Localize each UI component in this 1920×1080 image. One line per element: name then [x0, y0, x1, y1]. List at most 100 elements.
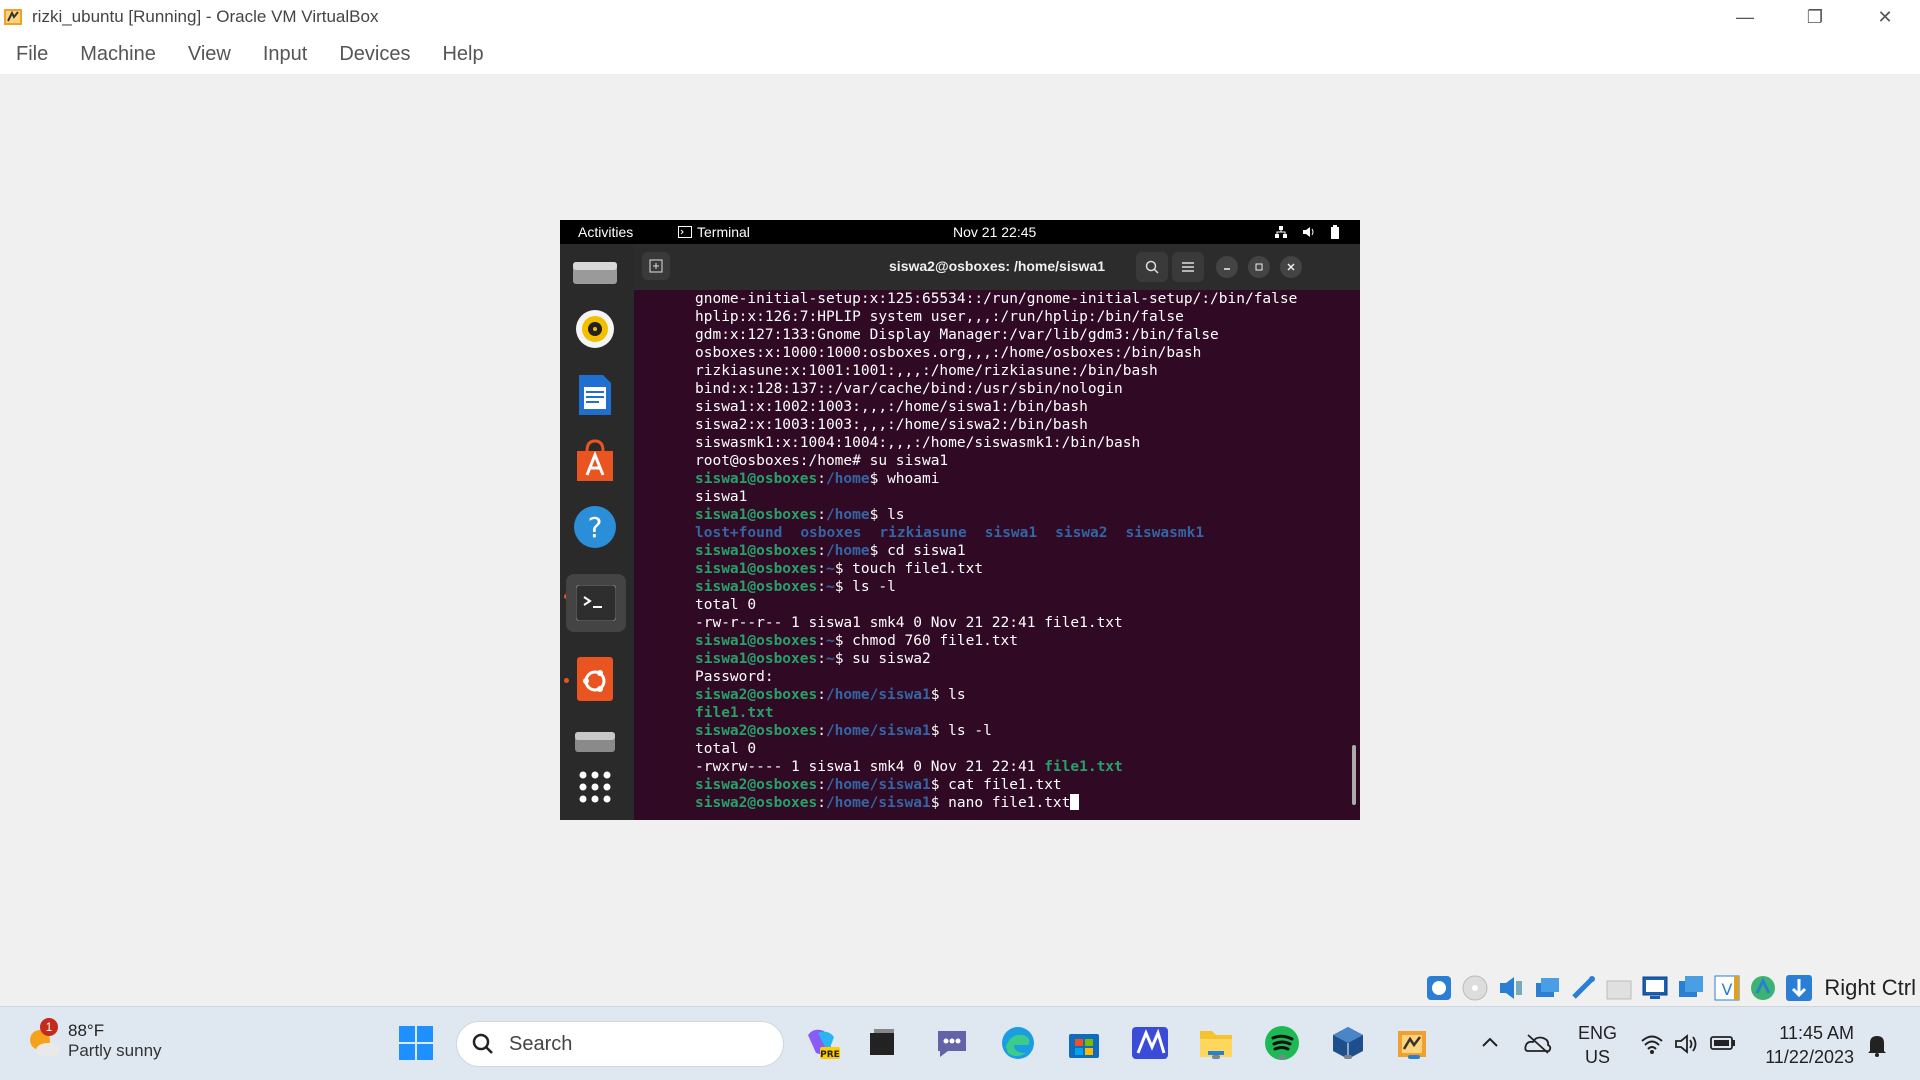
terminal-line: siswa1@osboxes:/home$ whoami — [695, 470, 1297, 488]
prompt-user: siswa1@osboxes — [695, 507, 818, 523]
terminal-line: siswa1 — [695, 488, 1297, 506]
directory-entry: lost+found — [695, 525, 783, 541]
output-text: Password: — [695, 669, 774, 685]
terminal-menu-button[interactable] — [1172, 252, 1204, 282]
display-status-icon[interactable] — [1640, 973, 1670, 1003]
output-text: gnome-initial-setup:x:125:65534::/run/gn… — [695, 291, 1298, 307]
optical-drive-status-icon[interactable] — [1460, 973, 1490, 1003]
close-button[interactable]: ✕ — [1850, 0, 1920, 34]
clock-date: 11/22/2023 — [1765, 1047, 1854, 1067]
battery-icon[interactable] — [1710, 1035, 1736, 1051]
guest-clock[interactable]: Nov 21 22:45 — [953, 224, 1036, 240]
terminal-small-icon — [678, 226, 692, 238]
terminal-search-button[interactable] — [1136, 252, 1168, 282]
terminal-line: siswa2@osboxes:/home/siswa1$ ls — [695, 686, 1297, 704]
terminal-maximize-button[interactable] — [1248, 256, 1270, 278]
prompt-separator: : — [817, 651, 826, 667]
menu-view[interactable]: View — [188, 43, 231, 66]
virtualbox-manager-taskbar-button[interactable] — [1328, 1023, 1368, 1063]
spotify-taskbar-button[interactable] — [1262, 1023, 1302, 1063]
audio-status-icon[interactable] — [1496, 973, 1526, 1003]
output-text: total 0 — [695, 597, 757, 613]
prompt-path: /home — [825, 543, 870, 559]
menu-help[interactable]: Help — [442, 43, 483, 66]
prompt-path: /home — [825, 507, 870, 523]
help-icon: ? — [574, 506, 616, 548]
store-taskbar-button[interactable] — [1064, 1023, 1104, 1063]
minimize-icon — [1224, 268, 1230, 270]
wifi-icon[interactable] — [1640, 1033, 1664, 1055]
app-center-dock-icon[interactable] — [572, 438, 618, 484]
edge-taskbar-button[interactable] — [998, 1023, 1038, 1063]
file-explorer-taskbar-button[interactable] — [1196, 1023, 1236, 1063]
output-text: rizkiasune:x:1001:1001:,,,:/home/rizkias… — [695, 363, 1158, 379]
ubuntu-software-dock-icon[interactable] — [572, 656, 618, 702]
vt-x-status-icon[interactable]: V — [1712, 973, 1742, 1003]
terminal-line: Password: — [695, 668, 1297, 686]
prompt-separator: : — [817, 687, 826, 703]
menu-file[interactable]: File — [16, 43, 48, 66]
prompt-path: ~ — [825, 633, 835, 649]
onedrive-offline-icon[interactable] — [1524, 1033, 1552, 1055]
prompt-command: $ cd siswa1 — [869, 543, 966, 559]
guest-screen[interactable]: Activities Terminal Nov 21 22:45 ? siswa… — [560, 220, 1360, 820]
app-taskbar-button[interactable] — [1130, 1023, 1170, 1063]
terminal-app-menu[interactable]: Terminal — [678, 224, 750, 240]
activities-button[interactable]: Activities — [578, 224, 633, 240]
libreoffice-writer-dock-icon[interactable] — [572, 372, 618, 418]
show-apps-button[interactable] — [572, 764, 618, 810]
output-text: total 0 — [695, 741, 757, 757]
notification-bell-icon[interactable] — [1866, 1033, 1888, 1057]
hard-disk-status-icon[interactable] — [1424, 973, 1454, 1003]
drive-dock-icon[interactable] — [572, 718, 618, 764]
guest-status-area[interactable] — [1274, 225, 1340, 239]
terminal-output[interactable]: gnome-initial-setup:x:125:65534::/run/gn… — [634, 290, 1360, 820]
copilot-taskbar-button[interactable]: PRE — [802, 1023, 842, 1063]
window-titlebar: rizki_ubuntu [Running] - Oracle VM Virtu… — [0, 0, 1920, 34]
guest-additions-status-icon[interactable] — [1748, 973, 1778, 1003]
vm-window-taskbar-button[interactable] — [1394, 1023, 1434, 1063]
ubuntu-logo-icon — [577, 657, 613, 701]
menu-input[interactable]: Input — [263, 43, 307, 66]
window-title: rizki_ubuntu [Running] - Oracle VM Virtu… — [32, 7, 379, 26]
network-status-icon[interactable] — [1532, 973, 1562, 1003]
chat-taskbar-button[interactable] — [932, 1023, 972, 1063]
terminal-line: siswasmk1:x:1004:1004:,,,:/home/siswasmk… — [695, 434, 1297, 452]
rhythmbox-dock-icon[interactable] — [572, 306, 618, 352]
help-dock-icon[interactable]: ? — [572, 504, 618, 550]
recording-status-icon[interactable] — [1676, 973, 1706, 1003]
terminal-line: total 0 — [695, 596, 1297, 614]
start-button[interactable] — [396, 1023, 436, 1063]
prompt-user: siswa2@osboxes — [695, 795, 818, 811]
terminal-dock-icon[interactable] — [566, 574, 626, 632]
hamburger-icon — [1182, 262, 1194, 272]
shared-folders-status-icon[interactable] — [1604, 973, 1634, 1003]
copilot-icon: PRE — [808, 1029, 840, 1060]
prompt-path: /home — [825, 471, 870, 487]
terminal-close-button[interactable] — [1280, 256, 1302, 278]
mouse-integration-status-icon[interactable] — [1784, 973, 1814, 1003]
menu-machine[interactable]: Machine — [80, 43, 156, 66]
language-indicator[interactable]: ENG US — [1578, 1021, 1617, 1069]
directory-entry: osboxes — [800, 525, 862, 541]
prompt-separator: : — [817, 471, 826, 487]
prompt-command: $ nano file1.txt — [930, 795, 1071, 811]
terminal-minimize-button[interactable] — [1216, 256, 1238, 278]
weather-temp: 88°F — [68, 1021, 105, 1040]
minimize-button[interactable]: — — [1710, 0, 1780, 34]
weather-widget[interactable]: 1 88°F Partly sunny — [26, 1018, 162, 1061]
host-key-label: Right Ctrl — [1824, 975, 1916, 1000]
task-view-button[interactable] — [862, 1023, 902, 1063]
svg-text:?: ? — [588, 511, 603, 544]
speaker-icon[interactable] — [1674, 1033, 1698, 1055]
restore-button[interactable]: ❐ — [1780, 0, 1850, 34]
terminal-scrollbar[interactable] — [1352, 745, 1356, 805]
taskbar-clock[interactable]: 11:45 AM 11/22/2023 — [1765, 1021, 1854, 1069]
chevron-up-icon[interactable] — [1480, 1035, 1500, 1049]
taskbar-search-box[interactable]: Search — [456, 1021, 784, 1067]
clock-time: 11:45 AM — [1779, 1023, 1854, 1043]
usb-status-icon[interactable] — [1568, 973, 1598, 1003]
output-text: -rwxrw---- 1 siswa1 smk4 0 Nov 21 22:41 — [695, 759, 1045, 775]
files-dock-icon[interactable] — [572, 248, 618, 294]
menu-devices[interactable]: Devices — [339, 43, 410, 66]
